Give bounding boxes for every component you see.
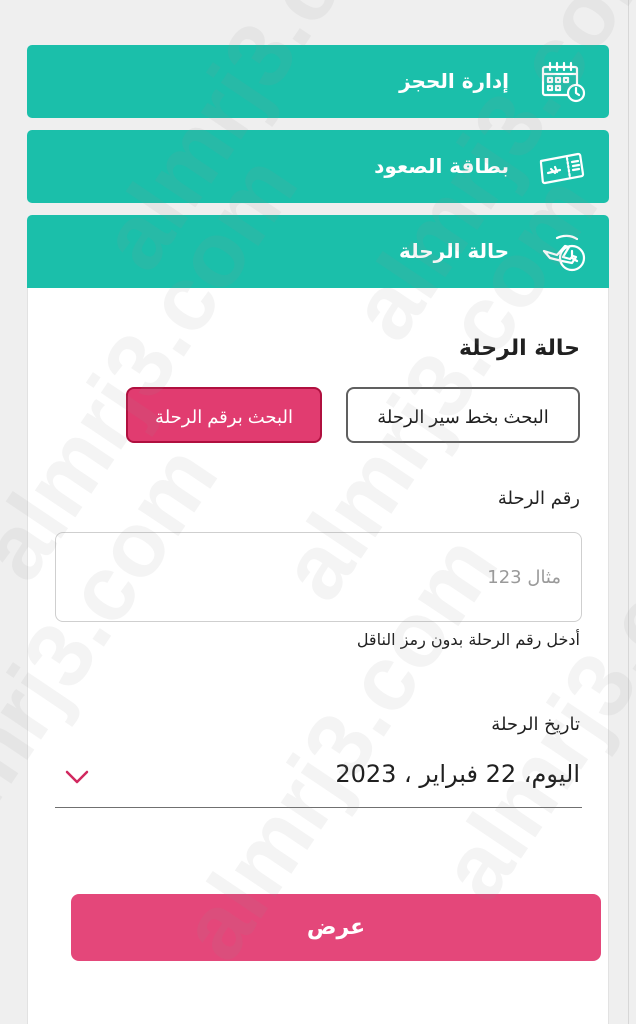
submit-view-button[interactable]: عرض (71, 894, 601, 961)
flight-date-label: تاريخ الرحلة (491, 714, 580, 735)
search-by-flight-number-tab[interactable]: البحث برقم الرحلة (126, 387, 322, 443)
flight-number-label: رقم الرحلة (497, 488, 580, 509)
calendar-clock-icon (541, 61, 586, 103)
plane-clock-icon (542, 234, 586, 272)
manage-booking-bar[interactable]: إدارة الحجز (27, 45, 609, 118)
search-by-route-tab[interactable]: البحث بخط سير الرحلة (346, 387, 580, 443)
panel-title: حالة الرحلة (458, 336, 580, 361)
right-divider-line (628, 0, 629, 1024)
manage-booking-label: إدارة الحجز (399, 69, 509, 93)
flight-status-page: إدارة الحجز بطاقة الصعود حالة الرحلة حال… (0, 0, 636, 1024)
flight-date-value: اليوم، 22 فبراير ، 2023 (335, 760, 580, 788)
chevron-down-icon (65, 770, 89, 784)
boarding-pass-bar[interactable]: بطاقة الصعود (27, 130, 609, 203)
flight-date-select[interactable]: اليوم، 22 فبراير ، 2023 (55, 750, 582, 808)
boarding-pass-label: بطاقة الصعود (374, 154, 509, 178)
flight-status-bar[interactable]: حالة الرحلة (27, 215, 609, 288)
flight-number-helper-text: أدخل رقم الرحلة بدون رمز الناقل (356, 630, 580, 649)
flight-status-panel: حالة الرحلة البحث بخط سير الرحلة البحث ب… (27, 288, 609, 1024)
flight-status-label: حالة الرحلة (398, 239, 509, 263)
flight-number-input[interactable] (55, 532, 582, 622)
boarding-pass-icon (539, 152, 585, 185)
